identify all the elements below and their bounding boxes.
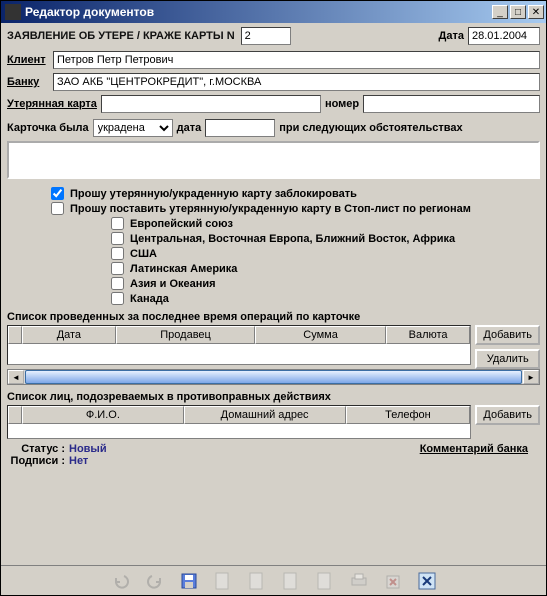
status-value: Новый <box>67 443 107 455</box>
ops-del-button[interactable]: Удалить <box>475 349 540 369</box>
ops-col-seller: Продавец <box>116 326 256 344</box>
client-label: Клиент <box>7 54 49 66</box>
region-canada-checkbox[interactable] <box>111 292 124 305</box>
bank-input[interactable] <box>53 73 540 91</box>
region-usa-checkbox[interactable] <box>111 247 124 260</box>
region-label: Центральная, Восточная Европа, Ближний В… <box>130 233 455 245</box>
region-latam-checkbox[interactable] <box>111 262 124 275</box>
suspects-title: Список лиц, подозреваемых в противоправн… <box>7 391 540 403</box>
circ-date-input[interactable] <box>205 119 275 137</box>
toolbar <box>1 565 546 595</box>
date-input[interactable] <box>468 27 540 45</box>
status-label: Статус : <box>7 443 67 455</box>
ops-col-sum: Сумма <box>255 326 385 344</box>
card-number-input[interactable] <box>241 27 291 45</box>
ops-add-button[interactable]: Добавить <box>475 325 540 345</box>
region-label: Азия и Океания <box>130 278 216 290</box>
ops-title: Список проведенных за последнее время оп… <box>7 311 540 323</box>
form-content: ЗАЯВЛЕНИЕ ОБ УТЕРЕ / КРАЖЕ КАРТЫ N Дата … <box>1 23 546 565</box>
region-eu-checkbox[interactable] <box>111 217 124 230</box>
app-icon <box>5 4 21 20</box>
circumstances-memo[interactable] <box>7 141 540 179</box>
doc4-icon[interactable] <box>315 571 335 591</box>
scroll-left-icon[interactable]: ◄ <box>8 370 24 384</box>
circ-date-label: дата <box>177 122 202 134</box>
block-label: Прошу утерянную/украденную карту заблоки… <box>70 188 357 200</box>
card-was-label: Карточка была <box>7 122 89 134</box>
sign-label: Подписи : <box>7 455 67 467</box>
ops-col-curr: Валюта <box>386 326 471 344</box>
block-checkbox[interactable] <box>51 187 64 200</box>
card-was-select[interactable]: украдена <box>93 119 173 137</box>
lostcard-input[interactable] <box>101 95 321 113</box>
doc1-icon[interactable] <box>213 571 233 591</box>
region-label: Канада <box>130 293 169 305</box>
doc3-icon[interactable] <box>281 571 301 591</box>
comment-link[interactable]: Комментарий банка <box>420 443 528 455</box>
scroll-right-icon[interactable]: ► <box>523 370 539 384</box>
stoplist-checkbox[interactable] <box>51 202 64 215</box>
sus-col-fio: Ф.И.О. <box>22 406 184 424</box>
region-label: Европейский союз <box>130 218 233 230</box>
titlebar: Редактор документов _ □ ✕ <box>1 1 546 23</box>
window-title: Редактор документов <box>25 5 490 19</box>
ops-col-date: Дата <box>22 326 116 344</box>
suspects-grid[interactable]: Ф.И.О. Домашний адрес Телефон <box>7 405 471 439</box>
redo-icon[interactable] <box>145 571 165 591</box>
region-label: Латинская Америка <box>130 263 237 275</box>
sign-value: Нет <box>67 455 88 467</box>
save-icon[interactable] <box>179 571 199 591</box>
lostcard-label: Утерянная карта <box>7 98 97 110</box>
undo-icon[interactable] <box>111 571 131 591</box>
region-cee-checkbox[interactable] <box>111 232 124 245</box>
client-input[interactable] <box>53 51 540 69</box>
stoplist-label: Прошу поставить утерянную/украденную кар… <box>70 203 471 215</box>
ops-hscrollbar[interactable]: ◄ ► <box>7 369 540 385</box>
sus-col-addr: Домашний адрес <box>184 406 346 424</box>
print-icon[interactable] <box>349 571 369 591</box>
cancel-icon[interactable] <box>417 571 437 591</box>
ops-grid[interactable]: Дата Продавец Сумма Валюта <box>7 325 471 365</box>
scroll-thumb[interactable] <box>25 370 522 384</box>
form-title: ЗАЯВЛЕНИЕ ОБ УТЕРЕ / КРАЖЕ КАРТЫ N <box>7 30 235 42</box>
number-input[interactable] <box>363 95 540 113</box>
close-button[interactable]: ✕ <box>528 5 544 19</box>
sus-col-tel: Телефон <box>346 406 471 424</box>
doc2-icon[interactable] <box>247 571 267 591</box>
minimize-button[interactable]: _ <box>492 5 508 19</box>
circ-tail-label: при следующих обстоятельствах <box>279 122 462 134</box>
region-label: США <box>130 248 157 260</box>
window: Редактор документов _ □ ✕ ЗАЯВЛЕНИЕ ОБ У… <box>0 0 547 596</box>
date-label: Дата <box>439 30 464 42</box>
bank-label: Банку <box>7 76 49 88</box>
maximize-button[interactable]: □ <box>510 5 526 19</box>
delete-icon[interactable] <box>383 571 403 591</box>
suspects-add-button[interactable]: Добавить <box>475 405 540 425</box>
number-label: номер <box>325 98 359 110</box>
region-asia-checkbox[interactable] <box>111 277 124 290</box>
